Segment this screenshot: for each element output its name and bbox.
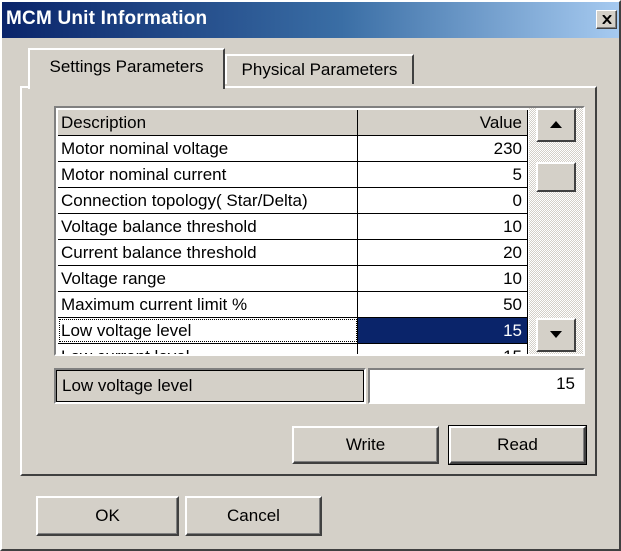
selected-parameter-name: Low voltage level [56, 370, 364, 402]
row-description[interactable]: Motor nominal current [58, 162, 358, 187]
tab-label: Settings Parameters [49, 57, 204, 76]
row-value[interactable]: 5 [358, 162, 528, 187]
scroll-down-button[interactable] [536, 318, 576, 352]
tab-physical-parameters[interactable]: Physical Parameters [225, 54, 414, 84]
row-description[interactable]: Low current level [58, 344, 358, 354]
row-value[interactable]: 20 [358, 240, 528, 265]
row-description[interactable]: Voltage balance threshold [58, 214, 358, 239]
table-row[interactable]: Voltage balance threshold 10 [58, 214, 528, 240]
row-value[interactable]: 50 [358, 292, 528, 317]
row-description[interactable]: Current balance threshold [58, 240, 358, 265]
row-value[interactable]: 0 [358, 188, 528, 213]
tab-label: Physical Parameters [241, 60, 398, 79]
vertical-scrollbar[interactable] [529, 108, 583, 354]
selected-parameter-label: Low voltage level [54, 368, 366, 404]
ok-button[interactable]: OK [36, 496, 179, 536]
column-header-value[interactable]: Value [358, 110, 528, 135]
arrow-up-icon [550, 121, 562, 128]
table-row[interactable]: Voltage range 10 [58, 266, 528, 292]
cancel-button[interactable]: Cancel [185, 496, 322, 536]
close-button[interactable] [596, 10, 617, 29]
row-description[interactable]: Low voltage level [58, 318, 358, 343]
table-row[interactable]: Motor nominal voltage 230 [58, 136, 528, 162]
table-row[interactable]: Connection topology( Star/Delta) 0 [58, 188, 528, 214]
scroll-thumb[interactable] [536, 162, 576, 192]
table-row[interactable]: Current balance threshold 20 [58, 240, 528, 266]
row-value[interactable]: 10 [358, 214, 528, 239]
row-description[interactable]: Motor nominal voltage [58, 136, 358, 161]
row-value[interactable]: 15 [358, 344, 528, 354]
arrow-down-icon [550, 331, 562, 338]
table-row[interactable]: Low current level15 [58, 344, 528, 354]
tab-settings-parameters[interactable]: Settings Parameters [28, 48, 225, 89]
grid-header-row: Description Value [58, 110, 528, 136]
scroll-up-button[interactable] [536, 108, 576, 142]
close-icon [602, 15, 612, 24]
write-button[interactable]: Write [292, 426, 439, 464]
row-value[interactable]: 230 [358, 136, 528, 161]
row-description[interactable]: Connection topology( Star/Delta) [58, 188, 358, 213]
parameters-grid: Description Value Motor nominal voltage 2… [54, 106, 585, 356]
table-row[interactable]: Low voltage level 15 [58, 318, 528, 344]
row-description[interactable]: Maximum current limit % [58, 292, 358, 317]
window-title: MCM Unit Information [6, 8, 208, 29]
row-value[interactable]: 15 [358, 318, 528, 343]
table-row[interactable]: Maximum current limit % 50 [58, 292, 528, 318]
selected-parameter-value-field[interactable]: 15 [368, 368, 585, 404]
table-row[interactable]: Motor nominal current 5 [58, 162, 528, 188]
read-button[interactable]: Read [448, 425, 587, 465]
row-description[interactable]: Voltage range [58, 266, 358, 291]
column-header-description[interactable]: Description [58, 110, 358, 135]
row-value[interactable]: 10 [358, 266, 528, 291]
title-bar[interactable]: MCM Unit Information [2, 2, 619, 38]
